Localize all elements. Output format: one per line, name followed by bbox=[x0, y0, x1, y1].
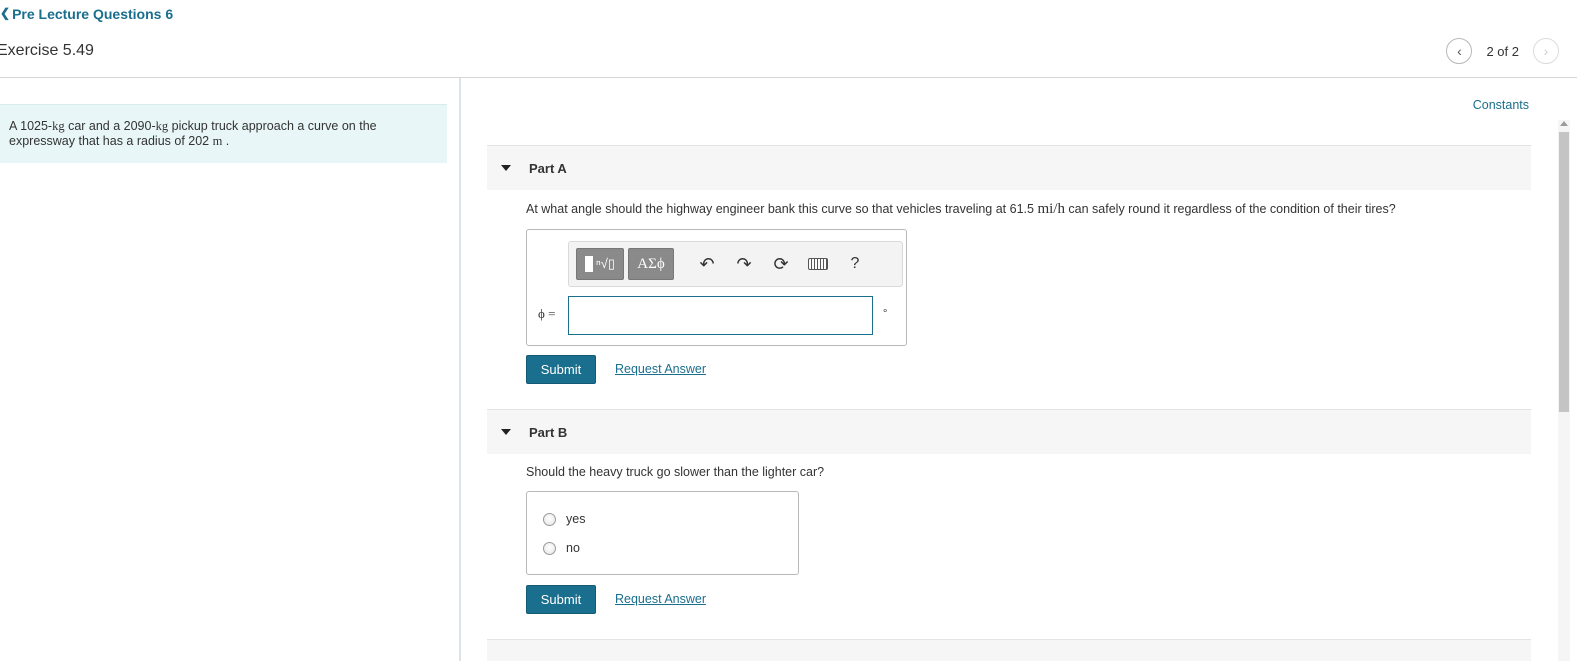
radical-template-icon: ⁿ√▯ bbox=[595, 256, 616, 271]
back-to-assignment-link[interactable]: ❮ Pre Lecture Questions 6 bbox=[0, 6, 173, 22]
templates-button[interactable]: ⁿ√▯ bbox=[576, 248, 624, 280]
choice-label: no bbox=[566, 541, 580, 555]
question-text: can safely round it regardless of the co… bbox=[1064, 202, 1396, 216]
variable-label: ϕ = bbox=[538, 306, 556, 321]
problem-statement: A 1025-kg car and a 2090-kg pickup truck… bbox=[0, 104, 447, 163]
part-a-question: At what angle should the highway enginee… bbox=[526, 201, 1396, 218]
help-button[interactable]: ? bbox=[838, 248, 872, 280]
scrollbar-thumb[interactable] bbox=[1559, 132, 1569, 412]
scroll-up-arrow-icon[interactable] bbox=[1560, 121, 1568, 126]
collapse-triangle-icon bbox=[501, 429, 511, 435]
part-b-label: Part B bbox=[529, 424, 568, 440]
radio-button[interactable] bbox=[543, 512, 556, 526]
unit-kg: kg bbox=[52, 119, 65, 133]
radio-button[interactable] bbox=[543, 541, 556, 555]
problem-text: car and a 2090- bbox=[64, 119, 156, 133]
unit-m: m bbox=[212, 134, 223, 148]
reset-icon[interactable]: ⟳ bbox=[764, 248, 798, 280]
redo-icon[interactable]: ↷ bbox=[727, 248, 761, 280]
collapse-triangle-icon bbox=[501, 165, 511, 171]
choice-label: yes bbox=[566, 512, 586, 526]
part-a-label: Part A bbox=[529, 160, 567, 176]
unit-mi-per-h: mi/h bbox=[1037, 201, 1065, 217]
chevron-left-icon: ❮ bbox=[0, 6, 11, 20]
back-link-label: Pre Lecture Questions 6 bbox=[12, 6, 174, 22]
question-text: At what angle should the highway enginee… bbox=[526, 202, 1038, 216]
problem-text: A 1025- bbox=[9, 119, 53, 133]
exercise-title: Exercise 5.49 bbox=[0, 42, 94, 59]
part-b-header[interactable]: Part B bbox=[487, 409, 1531, 454]
problem-text: . bbox=[222, 134, 230, 148]
item-pager: ‹ 2 of 2 › bbox=[1446, 38, 1559, 64]
part-a-request-answer-link[interactable]: Request Answer bbox=[615, 362, 706, 376]
unit-kg: kg bbox=[155, 119, 169, 133]
placeholder-block-icon bbox=[584, 256, 593, 272]
part-b-request-answer-link[interactable]: Request Answer bbox=[615, 592, 706, 606]
problem-text: expressway that has a radius of 202 bbox=[9, 134, 213, 148]
part-a-submit-button[interactable]: Submit bbox=[526, 355, 596, 384]
greek-symbols-button[interactable]: ΑΣϕ bbox=[628, 248, 674, 280]
part-b-question: Should the heavy truck go slower than th… bbox=[526, 465, 825, 479]
keyboard-button[interactable] bbox=[801, 248, 835, 280]
part-b-choices: yes no bbox=[526, 491, 799, 575]
chevron-left-icon: ‹ bbox=[1457, 43, 1462, 59]
header-divider bbox=[0, 77, 1577, 78]
keyboard-icon bbox=[808, 258, 828, 270]
chevron-right-icon: › bbox=[1543, 43, 1549, 59]
previous-item-button[interactable]: ‹ bbox=[1446, 38, 1473, 64]
constants-link[interactable]: Constants bbox=[1473, 98, 1529, 112]
math-toolbar: ⁿ√▯ ΑΣϕ ↶ ↷ ⟳ ? bbox=[568, 241, 903, 287]
pane-divider[interactable] bbox=[459, 78, 461, 661]
next-part-header bbox=[487, 639, 1531, 661]
next-item-button[interactable]: › bbox=[1533, 38, 1559, 64]
degree-unit-symbol: ∘ bbox=[882, 306, 889, 317]
undo-icon[interactable]: ↶ bbox=[690, 248, 724, 280]
part-b-submit-button[interactable]: Submit bbox=[526, 585, 596, 614]
problem-text: pickup truck approach a curve on the bbox=[168, 119, 377, 133]
item-count: 2 of 2 bbox=[1486, 43, 1519, 59]
part-a-answer-box: ⁿ√▯ ΑΣϕ ↶ ↷ ⟳ ? ϕ = ∘ bbox=[526, 229, 907, 346]
choice-yes[interactable]: yes bbox=[543, 512, 585, 526]
choice-no[interactable]: no bbox=[543, 541, 580, 555]
answer-input[interactable] bbox=[568, 296, 873, 335]
part-a-header[interactable]: Part A bbox=[487, 145, 1531, 190]
